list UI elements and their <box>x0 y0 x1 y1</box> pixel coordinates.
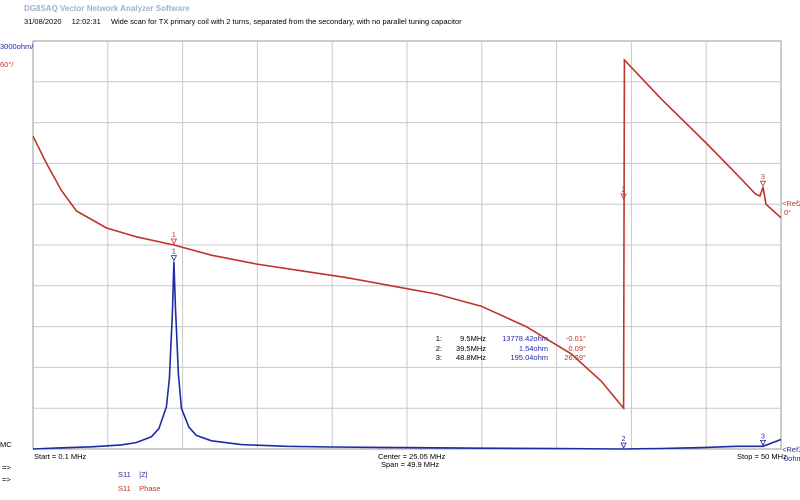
legend-trace-2-name: Phase <box>139 484 161 493</box>
impedance-marker-3 <box>759 439 767 447</box>
legend-arrow-2[interactable]: => <box>2 475 11 484</box>
legend-trace-2[interactable]: S11 Phase <box>118 484 160 493</box>
ref2-label: <Ref2 <box>782 199 800 208</box>
phase-marker-label-3: 3 <box>761 174 765 181</box>
legend-trace-2-port: S11 <box>118 484 131 493</box>
marker-impedance: 13778.42ohm <box>502 334 548 343</box>
stop-frequency: Stop = 50 MHz <box>737 452 787 461</box>
marker-row-1: 1: 9.5MHz 13778.42ohm -0.01° <box>430 334 586 344</box>
marker-row-3: 3: 48.8MHz 195.04ohm 26.69° <box>430 353 586 363</box>
mc-label: MC <box>0 440 12 449</box>
marker-impedance: 1.54ohm <box>518 343 548 353</box>
legend-trace-1-port: S11 <box>118 470 131 479</box>
phase-scale-label: 60°/ <box>0 60 14 69</box>
marker-frequency: 9.5MHz <box>460 334 486 343</box>
marker-id: 1: <box>435 334 442 343</box>
impedance-scale-label: 3000ohm/ <box>0 42 34 51</box>
phase-marker-label-1: 1 <box>172 232 176 239</box>
impedance-marker-label-3: 3 <box>761 433 765 440</box>
marker-frequency: 48.8MHz <box>455 353 486 362</box>
phase-marker-3 <box>759 180 767 188</box>
marker-phase: 26.69° <box>564 353 586 362</box>
marker-row-2: 2: 39.5MHz 1.54ohm 0.09° <box>430 344 586 354</box>
impedance-marker-2 <box>620 442 627 449</box>
impedance-marker-label-1: 1 <box>172 249 176 256</box>
legend-trace-1-name: |Z| <box>139 470 148 479</box>
marker-frequency: 39.5MHz <box>455 343 486 353</box>
phase-marker-label-2: 2 <box>622 187 626 194</box>
vna-plot[interactable]: 1 1 2 2 3 3 <box>0 0 800 500</box>
marker-id: 2: <box>435 343 442 353</box>
legend-trace-1[interactable]: S11 |Z| <box>118 470 148 479</box>
span-frequency: Span = 49.9 MHz <box>381 460 440 469</box>
marker-phase: 0.09° <box>568 343 586 353</box>
start-frequency: Start = 0.1 MHz <box>34 452 87 461</box>
impedance-marker-1 <box>170 255 178 262</box>
marker-impedance: 195.04ohm <box>510 353 548 362</box>
phase-marker-1 <box>170 238 178 245</box>
legend-arrow-1[interactable]: => <box>2 463 11 472</box>
impedance-marker-label-2: 2 <box>622 436 626 443</box>
marker-table: 1: 9.5MHz 13778.42ohm -0.01° 2: 39.5MHz … <box>430 334 586 363</box>
marker-id: 3: <box>435 353 442 362</box>
marker-phase: -0.01° <box>565 334 586 343</box>
ref2-value: 0° <box>784 208 792 217</box>
